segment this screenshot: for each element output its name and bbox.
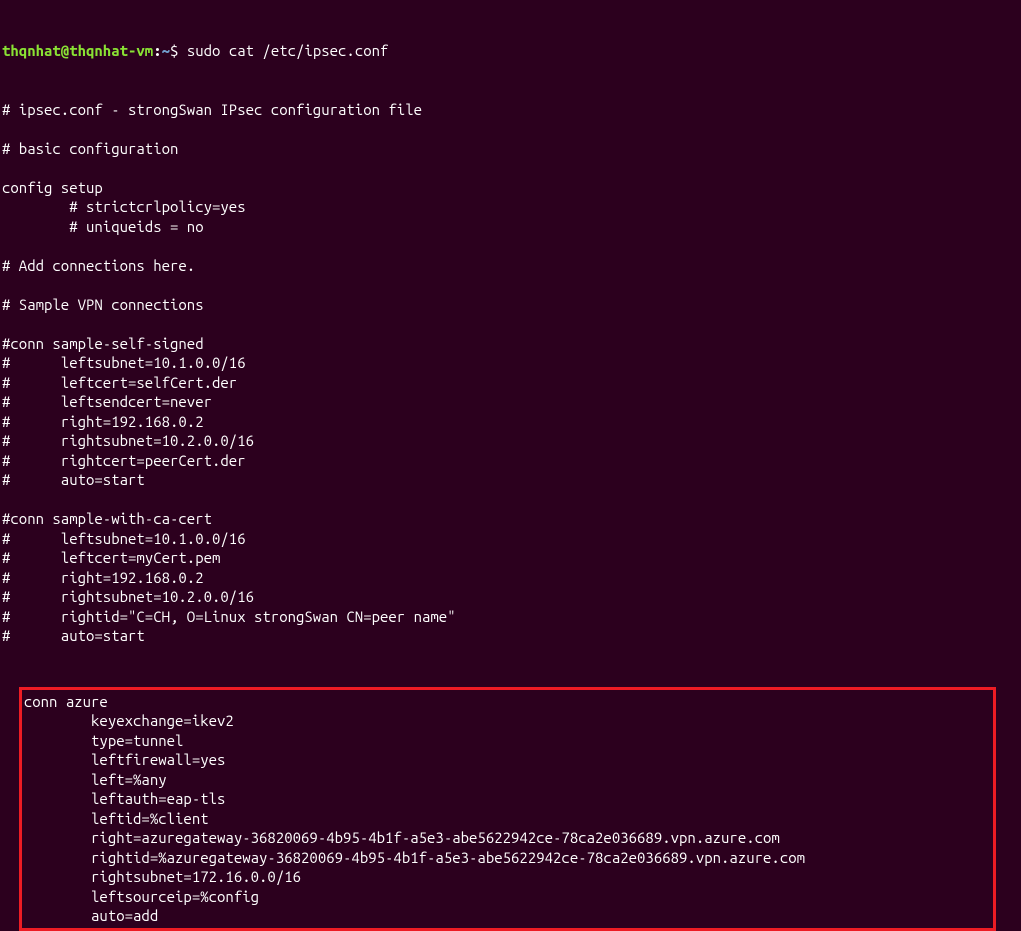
output-line: # strictcrlpolicy=yes [2, 197, 1019, 217]
highlighted-line: leftid=%client [24, 809, 991, 829]
terminal-window[interactable]: thqnhat@thqnhat-vm:~$ sudo cat /etc/ipse… [2, 2, 1019, 931]
highlighted-line: right=azuregateway-36820069-4b95-4b1f-a5… [24, 828, 991, 848]
output-line: # auto=start [2, 626, 1019, 646]
prompt-user-host: thqnhat@thqnhat-vm [2, 42, 153, 59]
highlighted-line: keyexchange=ikev2 [24, 711, 991, 731]
output-line [2, 490, 1019, 510]
output-line: # leftsubnet=10.1.0.0/16 [2, 353, 1019, 373]
prompt-path: ~ [162, 42, 170, 59]
output-line [2, 158, 1019, 178]
highlighted-section: conn azure keyexchange=ikev2 type=tunnel… [19, 687, 996, 931]
highlighted-line: rightsubnet=172.16.0.0/16 [24, 867, 991, 887]
output-line: # Sample VPN connections [2, 295, 1019, 315]
prompt-line: thqnhat@thqnhat-vm:~$ sudo cat /etc/ipse… [2, 41, 1019, 61]
output-line: #conn sample-with-ca-cert [2, 509, 1019, 529]
highlighted-line: rightid=%azuregateway-36820069-4b95-4b1f… [24, 848, 991, 868]
highlighted-line: leftfirewall=yes [24, 750, 991, 770]
output-line: # leftsubnet=10.1.0.0/16 [2, 529, 1019, 549]
highlighted-line: leftauth=eap-tls [24, 789, 991, 809]
prompt-dollar: $ [170, 42, 187, 59]
output-line: # rightid="C=CH, O=Linux strongSwan CN=p… [2, 607, 1019, 627]
highlighted-line: left=%any [24, 770, 991, 790]
output-line [2, 119, 1019, 139]
highlighted-line: type=tunnel [24, 731, 991, 751]
output-line: # rightsubnet=10.2.0.0/16 [2, 431, 1019, 451]
output-line [2, 646, 1019, 666]
output-line: #conn sample-self-signed [2, 334, 1019, 354]
output-line: # ipsec.conf - strongSwan IPsec configur… [2, 100, 1019, 120]
prompt-colon: : [153, 42, 161, 59]
output-line: # leftcert=selfCert.der [2, 373, 1019, 393]
output-line [2, 275, 1019, 295]
output-line: # basic configuration [2, 139, 1019, 159]
output-line: config setup [2, 178, 1019, 198]
highlighted-line: auto=add [24, 906, 991, 926]
output-line [2, 236, 1019, 256]
output-line: # Add connections here. [2, 256, 1019, 276]
output-line: # rightcert=peerCert.der [2, 451, 1019, 471]
command-text: sudo cat /etc/ipsec.conf [187, 42, 389, 59]
highlighted-line: conn azure [24, 692, 991, 712]
output-line: # rightsubnet=10.2.0.0/16 [2, 587, 1019, 607]
output-line: # leftsendcert=never [2, 392, 1019, 412]
output-line: # right=192.168.0.2 [2, 412, 1019, 432]
output-line [2, 314, 1019, 334]
highlighted-line: leftsourceip=%config [24, 887, 991, 907]
output-line: # uniqueids = no [2, 217, 1019, 237]
output-line: # right=192.168.0.2 [2, 568, 1019, 588]
output-before-highlight: # ipsec.conf - strongSwan IPsec configur… [2, 100, 1019, 666]
output-line: # auto=start [2, 470, 1019, 490]
output-line: # leftcert=myCert.pem [2, 548, 1019, 568]
